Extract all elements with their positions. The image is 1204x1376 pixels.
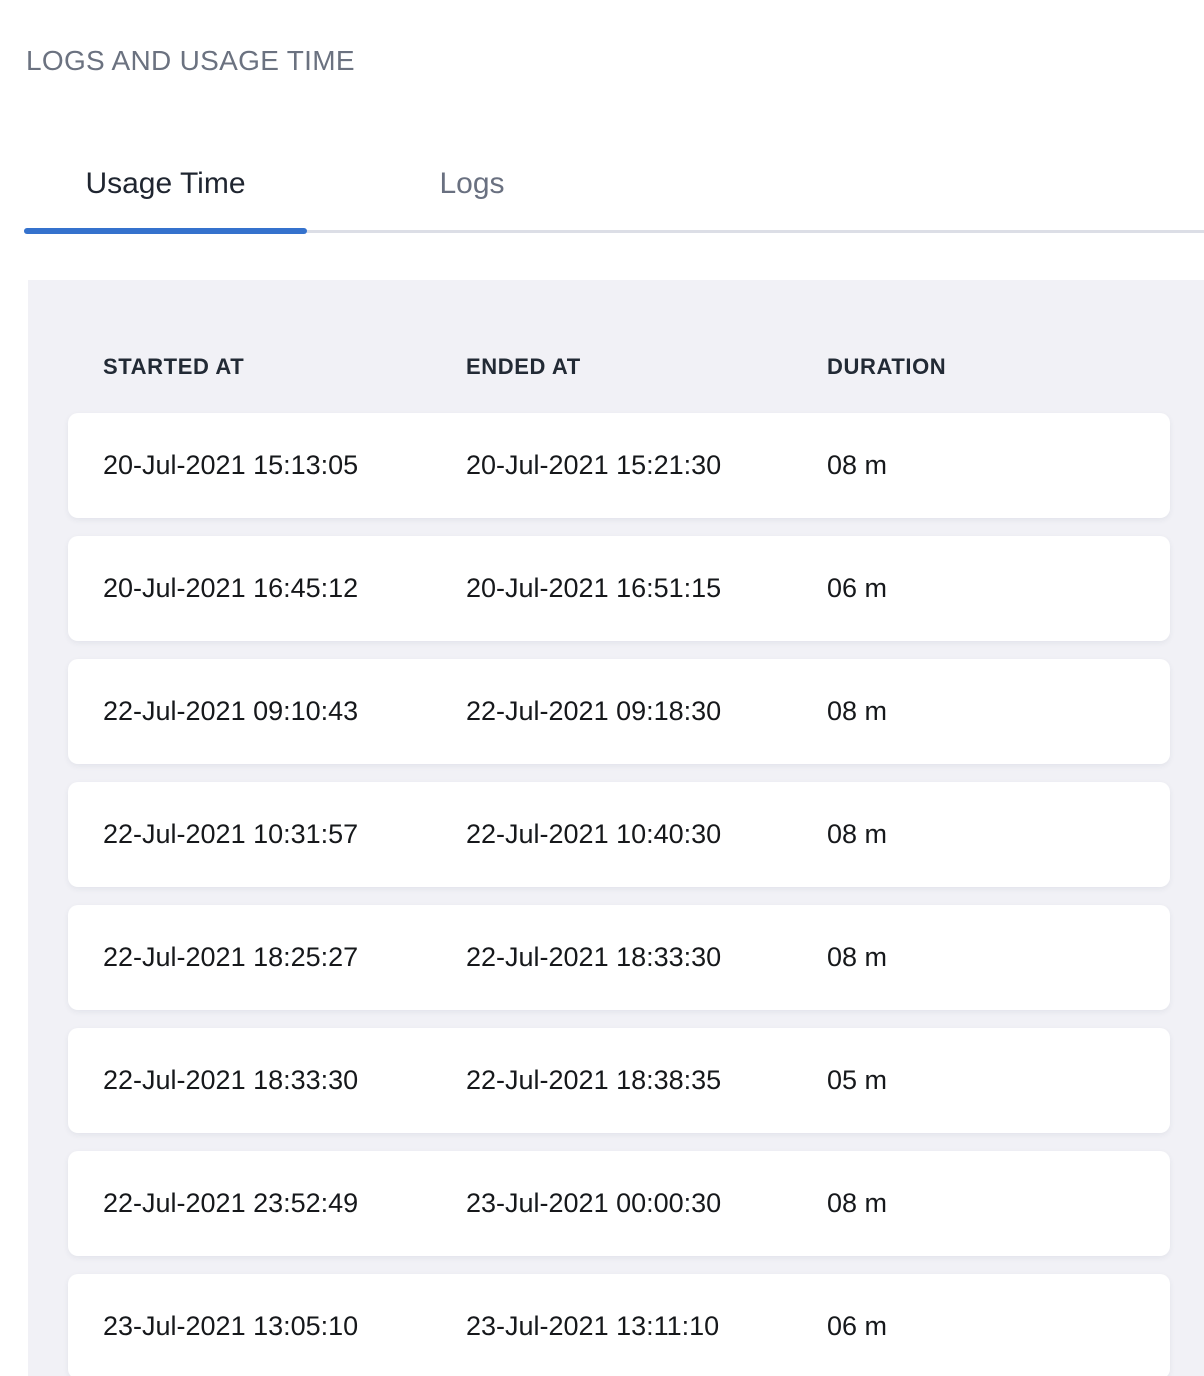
table-row: 22-Jul-2021 18:33:30 22-Jul-2021 18:38:3… — [68, 1028, 1170, 1133]
table-row: 22-Jul-2021 10:31:57 22-Jul-2021 10:40:3… — [68, 782, 1170, 887]
cell-ended-at: 20-Jul-2021 15:21:30 — [466, 450, 827, 481]
column-header-duration: DURATION — [827, 354, 1170, 380]
cell-started-at: 22-Jul-2021 23:52:49 — [103, 1188, 466, 1219]
column-header-started-at: STARTED AT — [103, 354, 466, 380]
tab-usage-time-label: Usage Time — [85, 167, 245, 200]
cell-duration: 06 m — [827, 1311, 1170, 1342]
cell-duration: 08 m — [827, 696, 1170, 727]
table-row: 20-Jul-2021 16:45:12 20-Jul-2021 16:51:1… — [68, 536, 1170, 641]
tab-usage-time[interactable]: Usage Time — [24, 166, 307, 234]
table-row: 23-Jul-2021 13:05:10 23-Jul-2021 13:11:1… — [68, 1274, 1170, 1376]
cell-ended-at: 20-Jul-2021 16:51:15 — [466, 573, 827, 604]
table-row: 22-Jul-2021 09:10:43 22-Jul-2021 09:18:3… — [68, 659, 1170, 764]
table-row: 20-Jul-2021 15:13:05 20-Jul-2021 15:21:3… — [68, 413, 1170, 518]
tab-logs[interactable]: Logs — [307, 166, 637, 234]
cell-duration: 08 m — [827, 942, 1170, 973]
usage-time-panel: STARTED AT ENDED AT DURATION 20-Jul-2021… — [28, 280, 1204, 1376]
table-row: 22-Jul-2021 23:52:49 23-Jul-2021 00:00:3… — [68, 1151, 1170, 1256]
tab-logs-label: Logs — [439, 167, 504, 200]
table-header-row: STARTED AT ENDED AT DURATION — [68, 354, 1170, 380]
page-title: LOGS AND USAGE TIME — [26, 44, 1204, 78]
table-row: 22-Jul-2021 18:25:27 22-Jul-2021 18:33:3… — [68, 905, 1170, 1010]
cell-started-at: 20-Jul-2021 15:13:05 — [103, 450, 466, 481]
cell-ended-at: 22-Jul-2021 10:40:30 — [466, 819, 827, 850]
cell-duration: 08 m — [827, 819, 1170, 850]
logs-usage-section: LOGS AND USAGE TIME Usage Time Logs STAR… — [0, 44, 1204, 1376]
tabs-bar: Usage Time Logs — [24, 166, 1204, 234]
column-header-ended-at: ENDED AT — [466, 354, 827, 380]
cell-started-at: 22-Jul-2021 18:25:27 — [103, 942, 466, 973]
cell-ended-at: 23-Jul-2021 00:00:30 — [466, 1188, 827, 1219]
cell-duration: 08 m — [827, 450, 1170, 481]
cell-started-at: 23-Jul-2021 13:05:10 — [103, 1311, 466, 1342]
cell-duration: 05 m — [827, 1065, 1170, 1096]
cell-ended-at: 22-Jul-2021 09:18:30 — [466, 696, 827, 727]
cell-duration: 06 m — [827, 573, 1170, 604]
cell-ended-at: 23-Jul-2021 13:11:10 — [466, 1311, 827, 1342]
cell-ended-at: 22-Jul-2021 18:38:35 — [466, 1065, 827, 1096]
cell-started-at: 22-Jul-2021 10:31:57 — [103, 819, 466, 850]
cell-started-at: 22-Jul-2021 09:10:43 — [103, 696, 466, 727]
cell-duration: 08 m — [827, 1188, 1170, 1219]
table-body: 20-Jul-2021 15:13:05 20-Jul-2021 15:21:3… — [68, 413, 1170, 1376]
cell-ended-at: 22-Jul-2021 18:33:30 — [466, 942, 827, 973]
cell-started-at: 22-Jul-2021 18:33:30 — [103, 1065, 466, 1096]
cell-started-at: 20-Jul-2021 16:45:12 — [103, 573, 466, 604]
